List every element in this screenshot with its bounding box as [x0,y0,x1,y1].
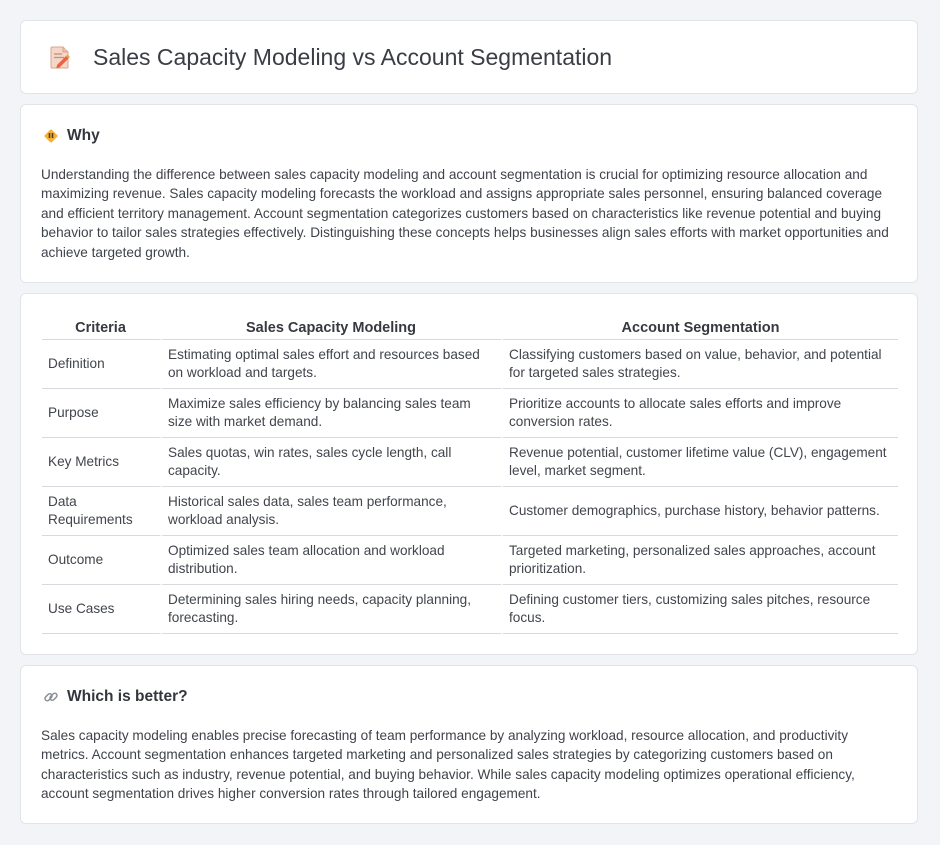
document-pencil-icon [50,46,70,69]
header-criteria: Criteria [42,315,162,340]
account-segmentation-cell: Defining customer tiers, customizing sal… [503,585,898,634]
sales-capacity-cell: Maximize sales efficiency by balancing s… [162,389,503,438]
why-section: Why Understanding the difference between… [20,104,918,283]
which-is-better-title: Which is better? [67,688,188,705]
criteria-cell: Definition [42,340,162,389]
header-account-segmentation: Account Segmentation [503,315,898,340]
why-title: Why [67,127,100,144]
table-row: Use Cases Determining sales hiring needs… [42,585,898,634]
table-row: Key Metrics Sales quotas, win rates, sal… [42,438,898,487]
table-row: Outcome Optimized sales team allocation … [42,536,898,585]
title-card: Sales Capacity Modeling vs Account Segme… [20,20,918,94]
account-segmentation-cell: Prioritize accounts to allocate sales ef… [503,389,898,438]
criteria-cell: Key Metrics [42,438,162,487]
table-header-row: Criteria Sales Capacity Modeling Account… [42,315,898,340]
account-segmentation-cell: Customer demographics, purchase history,… [503,487,898,536]
page-title: Sales Capacity Modeling vs Account Segme… [93,43,613,70]
criteria-cell: Purpose [42,389,162,438]
why-text: Understanding the difference between sal… [41,167,889,260]
criteria-cell: Outcome [42,536,162,585]
criteria-cell: Data Requirements [42,487,162,536]
comparison-table: Criteria Sales Capacity Modeling Account… [42,315,898,634]
header-sales-capacity-modeling: Sales Capacity Modeling [162,315,503,340]
account-segmentation-cell: Revenue potential, customer lifetime val… [503,438,898,487]
sales-capacity-cell: Optimized sales team allocation and work… [162,536,503,585]
sales-capacity-cell: Determining sales hiring needs, capacity… [162,585,503,634]
table-row: Data Requirements Historical sales data,… [42,487,898,536]
table-row: Definition Estimating optimal sales effo… [42,340,898,389]
table-row: Purpose Maximize sales efficiency by bal… [42,389,898,438]
criteria-cell: Use Cases [42,585,162,634]
sales-capacity-cell: Estimating optimal sales effort and reso… [162,340,503,389]
comparison-section: Criteria Sales Capacity Modeling Account… [20,293,918,655]
which-is-better-section: Which is better? Sales capacity modeling… [20,665,918,824]
link-icon [44,692,58,702]
diamond-warning-icon [44,129,58,143]
sales-capacity-cell: Historical sales data, sales team perfor… [162,487,503,536]
account-segmentation-cell: Classifying customers based on value, be… [503,340,898,389]
sales-capacity-cell: Sales quotas, win rates, sales cycle len… [162,438,503,487]
account-segmentation-cell: Targeted marketing, personalized sales a… [503,536,898,585]
which-is-better-text: Sales capacity modeling enables precise … [41,728,855,802]
